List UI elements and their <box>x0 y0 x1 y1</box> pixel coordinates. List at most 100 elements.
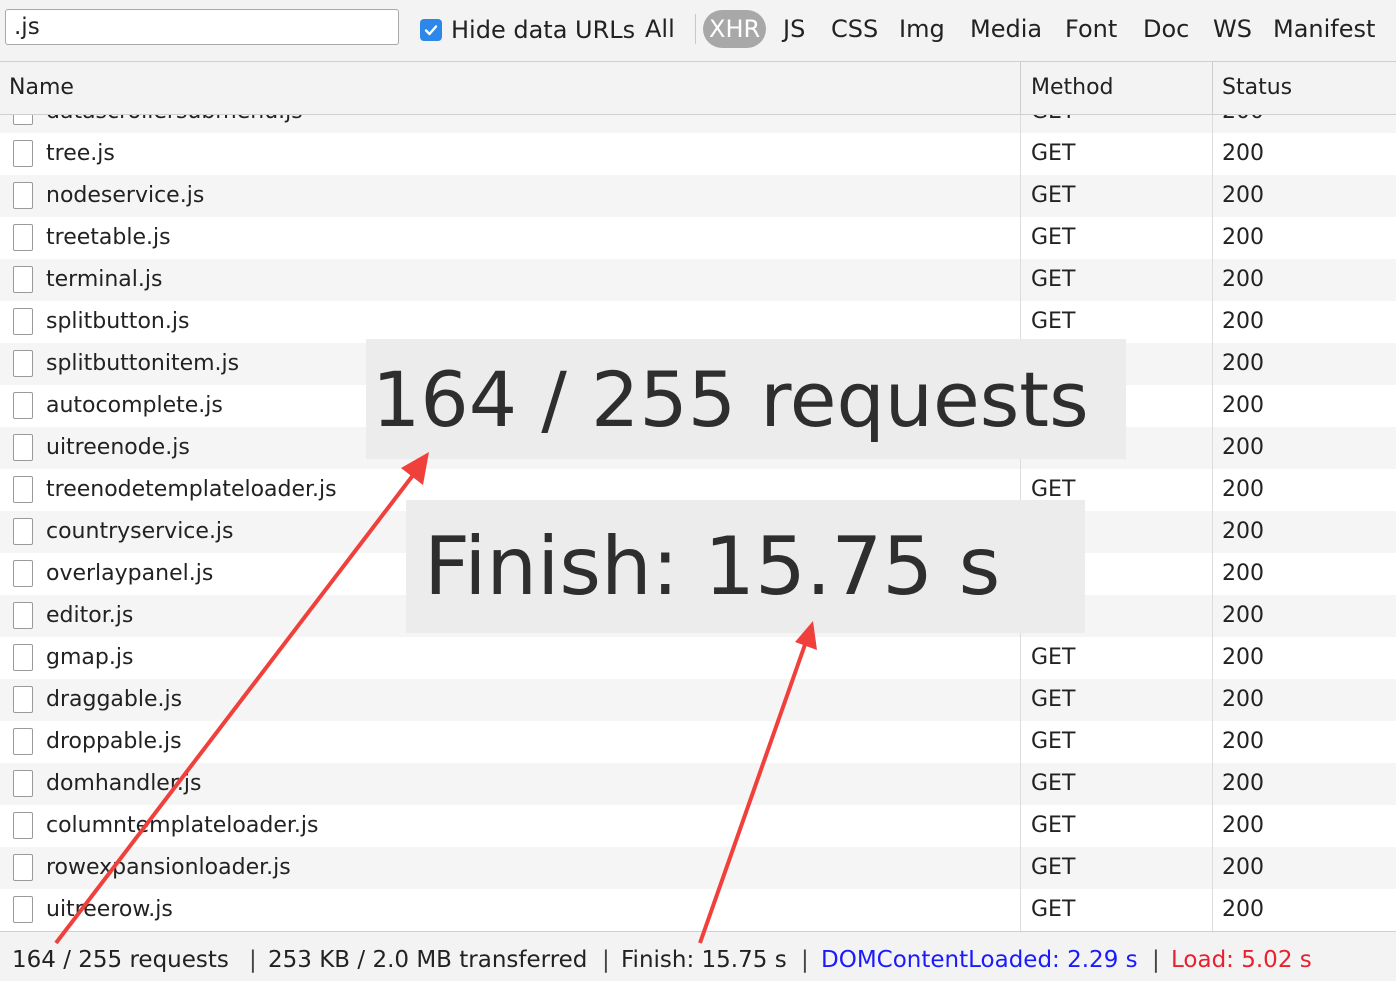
request-name: editor.js <box>46 603 134 628</box>
table-row[interactable]: columntemplateloader.js GET 200 <box>0 805 1396 847</box>
type-filter-media[interactable]: Media <box>970 10 1042 48</box>
request-name: terminal.js <box>46 267 163 292</box>
type-filter-font[interactable]: Font <box>1065 10 1117 48</box>
filter-input[interactable] <box>5 9 399 45</box>
request-name: tree.js <box>46 141 115 166</box>
file-icon <box>13 518 33 545</box>
request-name: overlaypanel.js <box>46 561 214 586</box>
file-icon <box>13 308 33 335</box>
file-icon <box>13 728 33 755</box>
table-row[interactable]: treetable.js GET 200 <box>0 217 1396 259</box>
file-icon <box>13 812 33 839</box>
file-icon <box>13 896 33 923</box>
table-row[interactable]: droppable.js GET 200 <box>0 721 1396 763</box>
request-method: GET <box>1031 141 1076 166</box>
file-icon <box>13 560 33 587</box>
request-name: domhandler.js <box>46 771 202 796</box>
table-row[interactable]: nodeservice.js GET 200 <box>0 175 1396 217</box>
request-name: gmap.js <box>46 645 134 670</box>
type-filter-js[interactable]: JS <box>783 10 805 48</box>
request-status: 200 <box>1222 561 1264 586</box>
request-method: GET <box>1031 771 1076 796</box>
checkbox-checked-icon[interactable] <box>420 19 442 41</box>
toolbar-divider <box>695 14 696 44</box>
request-name: rowexpansionloader.js <box>46 855 291 880</box>
column-header-status[interactable]: Status <box>1222 62 1292 114</box>
column-resizer[interactable] <box>1212 62 1213 114</box>
requests-table-header: Name Method Status <box>0 62 1396 115</box>
request-status: 200 <box>1222 477 1264 502</box>
request-status: 200 <box>1222 183 1264 208</box>
request-name: countryservice.js <box>46 519 234 544</box>
file-icon <box>13 686 33 713</box>
file-icon <box>13 644 33 671</box>
column-header-name[interactable]: Name <box>9 62 74 114</box>
request-name: uitreerow.js <box>46 897 173 922</box>
file-icon <box>13 602 33 629</box>
file-icon <box>13 392 33 419</box>
request-status: 200 <box>1222 393 1264 418</box>
file-icon <box>13 182 33 209</box>
file-icon <box>13 266 33 293</box>
request-name: draggable.js <box>46 687 183 712</box>
type-filter-xhr[interactable]: XHR <box>703 10 767 48</box>
request-status: 200 <box>1222 309 1264 334</box>
request-method: GET <box>1031 645 1076 670</box>
request-name: treetable.js <box>46 225 171 250</box>
request-status: 200 <box>1222 351 1264 376</box>
request-name: datascrollersubmenu.js <box>46 115 303 133</box>
type-filter-doc[interactable]: Doc <box>1143 10 1189 48</box>
file-icon <box>13 476 33 503</box>
requests-zoom-callout: 164 / 255 requests <box>366 339 1126 459</box>
request-method: GET <box>1031 897 1076 922</box>
request-status: 200 <box>1222 141 1264 166</box>
request-name: droppable.js <box>46 729 182 754</box>
file-icon <box>13 115 33 125</box>
filter-toolbar: Hide data URLs All XHR JS CSS Img Media … <box>0 0 1396 62</box>
network-summary-bar: 164 / 255 requests | 253 KB / 2.0 MB tra… <box>0 931 1396 981</box>
request-method: GET <box>1031 115 1075 133</box>
file-icon <box>13 770 33 797</box>
request-method: GET <box>1031 855 1076 880</box>
request-method: GET <box>1031 225 1076 250</box>
type-filter-ws[interactable]: WS <box>1213 10 1252 48</box>
request-name: columntemplateloader.js <box>46 813 319 838</box>
request-status: 200 <box>1222 603 1264 628</box>
table-row[interactable]: splitbutton.js GET 200 <box>0 301 1396 343</box>
request-status: 200 <box>1222 855 1264 880</box>
request-status: 200 <box>1222 687 1264 712</box>
table-row[interactable]: gmap.js GET 200 <box>0 637 1396 679</box>
request-method: GET <box>1031 183 1076 208</box>
request-status: 200 <box>1222 267 1264 292</box>
request-name: uitreenode.js <box>46 435 190 460</box>
request-status: 200 <box>1222 225 1264 250</box>
request-method: GET <box>1031 813 1076 838</box>
request-name: nodeservice.js <box>46 183 205 208</box>
request-name: autocomplete.js <box>46 393 223 418</box>
request-name: splitbuttonitem.js <box>46 351 240 376</box>
request-status: 200 <box>1222 115 1264 133</box>
request-status: 200 <box>1222 435 1264 460</box>
table-row[interactable]: terminal.js GET 200 <box>0 259 1396 301</box>
table-row[interactable]: domhandler.js GET 200 <box>0 763 1396 805</box>
column-resizer[interactable] <box>1020 62 1021 114</box>
request-status: 200 <box>1222 729 1264 754</box>
request-status: 200 <box>1222 771 1264 796</box>
table-row[interactable]: datascrollersubmenu.js GET 200 <box>0 115 1396 133</box>
table-row[interactable]: tree.js GET 200 <box>0 133 1396 175</box>
type-filter-manifest[interactable]: Manifest <box>1273 10 1375 48</box>
file-icon <box>13 140 33 167</box>
table-row[interactable]: uitreerow.js GET 200 <box>0 889 1396 931</box>
hide-data-urls-toggle[interactable]: Hide data URLs <box>420 15 635 45</box>
type-filter-all[interactable]: All <box>645 10 675 48</box>
hide-data-urls-label: Hide data URLs <box>451 16 636 44</box>
table-row[interactable]: draggable.js GET 200 <box>0 679 1396 721</box>
file-icon <box>13 434 33 461</box>
column-divider <box>1212 115 1213 931</box>
file-icon <box>13 350 33 377</box>
column-header-method[interactable]: Method <box>1031 62 1114 114</box>
request-name: treenodetemplateloader.js <box>46 477 337 502</box>
table-row[interactable]: rowexpansionloader.js GET 200 <box>0 847 1396 889</box>
type-filter-css[interactable]: CSS <box>831 10 878 48</box>
type-filter-img[interactable]: Img <box>899 10 945 48</box>
